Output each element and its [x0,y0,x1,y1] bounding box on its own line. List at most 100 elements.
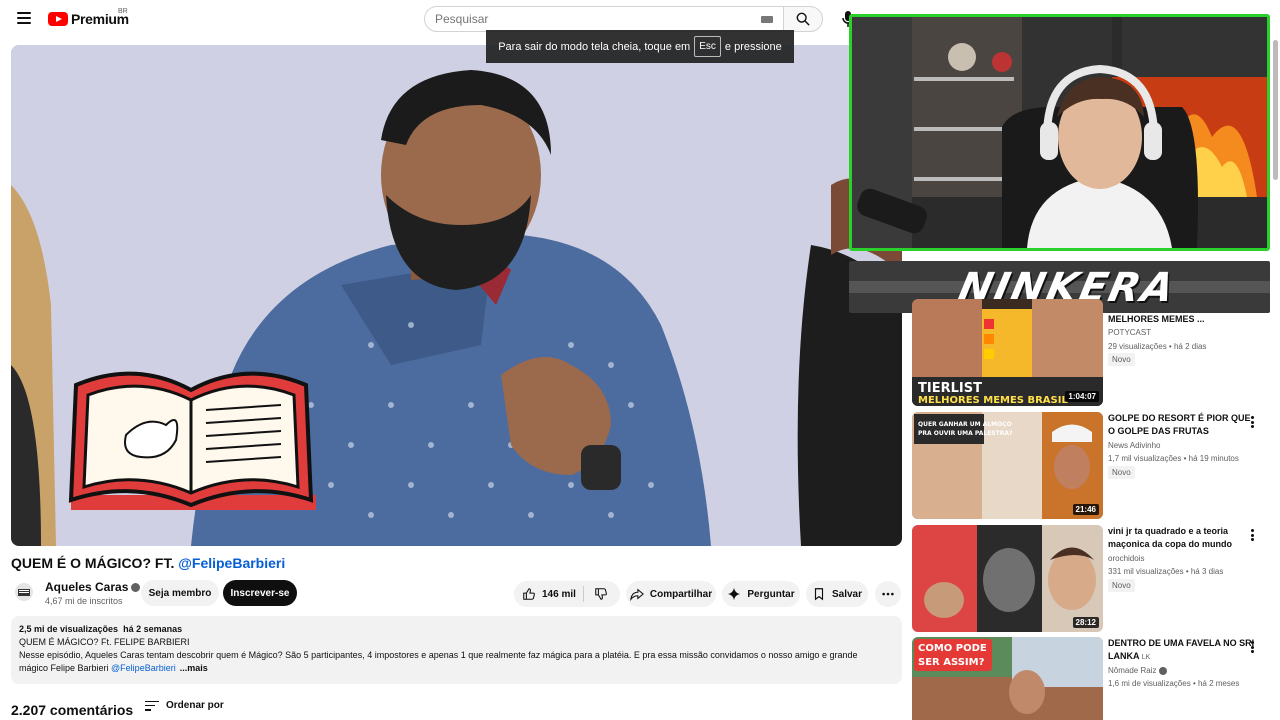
recommendation-item[interactable]: COMO PODE SER ASSIM? DENTRO DE UMA FAVEL… [912,637,1272,720]
recommendation-thumbnail[interactable]: TIERLIST MELHORES MEMES BRASIL 1:04:07 [912,299,1103,406]
recommendation-item[interactable]: 28:12 vini jr ta quadrado e a teoria maç… [912,525,1272,632]
video-title: QUEM É O MÁGICO? FT. @FelipeBarbieri [11,555,285,571]
ask-label: Perguntar [747,588,795,600]
description-line-2: Nesse episódio, Aqueles Caras tentam des… [19,650,858,660]
sort-comments-button[interactable]: Ordenar por [145,700,224,711]
esc-key: Esc [694,36,721,57]
recommendation-title[interactable]: vini jr ta quadrado e a teoria maçonica … [1108,525,1258,551]
sort-label: Ordenar por [166,700,224,711]
comments-count: 2.207 comentários [11,702,134,718]
thumbnail-image: TIERLIST MELHORES MEMES BRASIL [912,299,1103,406]
recommendation-age: há 19 minutos [1188,454,1239,463]
streamer-webcam-overlay [849,14,1270,251]
save-button[interactable]: Salvar [806,581,868,607]
save-label: Salvar [831,588,863,600]
new-badge: Novo [1108,579,1135,592]
country-suffix: LK [1141,654,1151,661]
recommendation-meta: 29 visualizações • há 2 dias [1108,342,1207,351]
recommendation-thumbnail[interactable]: QUER GANHAR UM ALMOÇO PRA OUVIR UMA PALE… [912,412,1103,519]
recommendation-views: 1,7 mil visualizações [1108,454,1182,463]
youtube-premium-logo[interactable]: Premium [48,11,129,27]
description-stats: 2,5 mi de visualizações há 2 semanas [19,623,894,636]
recommendation-channel[interactable]: POTYCAST [1108,328,1151,337]
description-line-3: mágico Felipe Barbieri @FelipeBarbieri..… [19,662,894,675]
thumbnail-image [912,525,1103,632]
join-button[interactable]: Seja membro [141,580,219,606]
description-mention[interactable]: @FelipeBarbieri [111,663,176,673]
description-line-1: QUEM É MÁGICO? Ft. FELIPE BARBIERI [19,637,190,647]
share-icon [630,588,644,601]
fullscreen-toast: Para sair do modo tela cheia, toque em E… [486,30,794,63]
description-box[interactable]: 2,5 mi de visualizações há 2 semanas QUE… [11,616,902,684]
toast-text-before: Para sair do modo tela cheia, toque em [498,40,691,53]
video-duration: 21:46 [1072,504,1099,515]
keyboard-icon[interactable] [761,16,773,23]
recommendation-title-text[interactable]: DENTRO DE UMA FAVELA NO SRI LANKA [1108,638,1254,661]
video-player[interactable] [11,45,902,546]
webcam-frame [852,17,1267,248]
like-divider [583,586,584,602]
view-count: 2,5 mi de visualizações [19,624,119,634]
like-count: 146 mil [542,588,576,600]
thumbs-up-icon [523,588,535,600]
recommendation-channel[interactable]: News Adivinho [1108,441,1160,450]
search-input[interactable] [435,12,755,26]
verified-icon [131,582,141,592]
description-line-3-text: mágico Felipe Barbieri [19,663,112,673]
page-scrollbar[interactable] [1273,40,1278,180]
recommendation-views: 29 visualizações [1108,342,1167,351]
recommendation-meta: 331 mil visualizações • há 3 dias [1108,567,1224,576]
video-duration: 1:04:07 [1065,391,1099,402]
ask-button[interactable]: Perguntar [722,581,800,607]
youtube-play-icon [48,12,68,26]
recommendation-item[interactable]: QUER GANHAR UM ALMOÇO PRA OUVIR UMA PALE… [912,412,1272,519]
menu-icon[interactable] [17,12,31,24]
thumbnail-image: COMO PODE SER ASSIM? [912,637,1103,720]
recommendation-channel[interactable]: Nômade Raiz [1108,666,1168,675]
subscriber-count: 4,67 mi de inscritos [45,596,123,606]
recommendation-title[interactable]: DENTRO DE UMA FAVELA NO SRI LANKA LK [1108,637,1258,664]
share-button[interactable]: Compartilhar [626,581,716,607]
verified-icon [1159,666,1168,675]
recommendation-channel[interactable]: orochidois [1108,554,1144,563]
subscribe-button[interactable]: Inscrever-se [223,580,297,606]
recommendation-age: há 3 dias [1190,567,1224,576]
recommendation-menu-button[interactable] [1250,529,1254,541]
thumbnail-title: TIERLIST [918,381,982,396]
recommendation-thumbnail[interactable]: 28:12 [912,525,1103,632]
show-more-link[interactable]: ...mais [180,663,208,673]
thumbnail-caption-2: PRA OUVIR UMA PALESTRA? [918,430,1013,437]
recommendation-views: 1,6 mi de visualizações [1108,679,1191,688]
recommendation-title[interactable]: MELHORES MEMES ... [1108,313,1258,326]
dislike-button[interactable] [586,581,616,607]
channel-name[interactable]: Aqueles Caras [45,580,141,594]
recommendation-meta: 1,7 mil visualizações • há 19 minutos [1108,454,1239,463]
video-frame [11,45,902,546]
thumbnail-caption-2: SER ASSIM? [918,657,985,668]
new-badge: Novo [1108,466,1135,479]
search-button[interactable] [783,6,823,32]
video-title-text: QUEM É O MÁGICO? FT. [11,555,179,571]
video-title-mention[interactable]: @FelipeBarbieri [178,555,285,571]
recommendation-channel-text[interactable]: Nômade Raiz [1108,666,1156,675]
sort-icon [145,700,159,711]
recommendation-menu-button[interactable] [1250,641,1254,653]
thumbnail-subtitle: MELHORES MEMES BRASIL [918,395,1068,406]
search-box[interactable] [424,6,784,32]
toast-text-after: e pressione [724,40,782,53]
share-label: Compartilhar [649,588,713,600]
more-actions-button[interactable] [875,581,901,607]
recommendation-menu-button[interactable] [1250,416,1254,428]
thumbnail-image: QUER GANHAR UM ALMOÇO PRA OUVIR UMA PALE… [912,412,1103,519]
recommendation-views: 331 mil visualizações [1108,567,1184,576]
channel-name-text[interactable]: Aqueles Caras [45,580,128,594]
recommendation-thumbnail[interactable]: COMO PODE SER ASSIM? [912,637,1103,720]
search-icon [796,12,810,26]
video-duration: 28:12 [1072,617,1099,628]
recommendation-item[interactable]: TIERLIST MELHORES MEMES BRASIL 1:04:07 M… [912,299,1272,406]
recommendation-title[interactable]: GOLPE DO RESORT É PIOR QUE O GOLPE DAS F… [1108,412,1258,438]
thumbnail-caption: COMO PODE [918,643,987,654]
more-horizontal-icon [882,592,894,596]
thumbnail-caption: QUER GANHAR UM ALMOÇO [918,421,1012,428]
channel-avatar[interactable] [15,583,33,601]
